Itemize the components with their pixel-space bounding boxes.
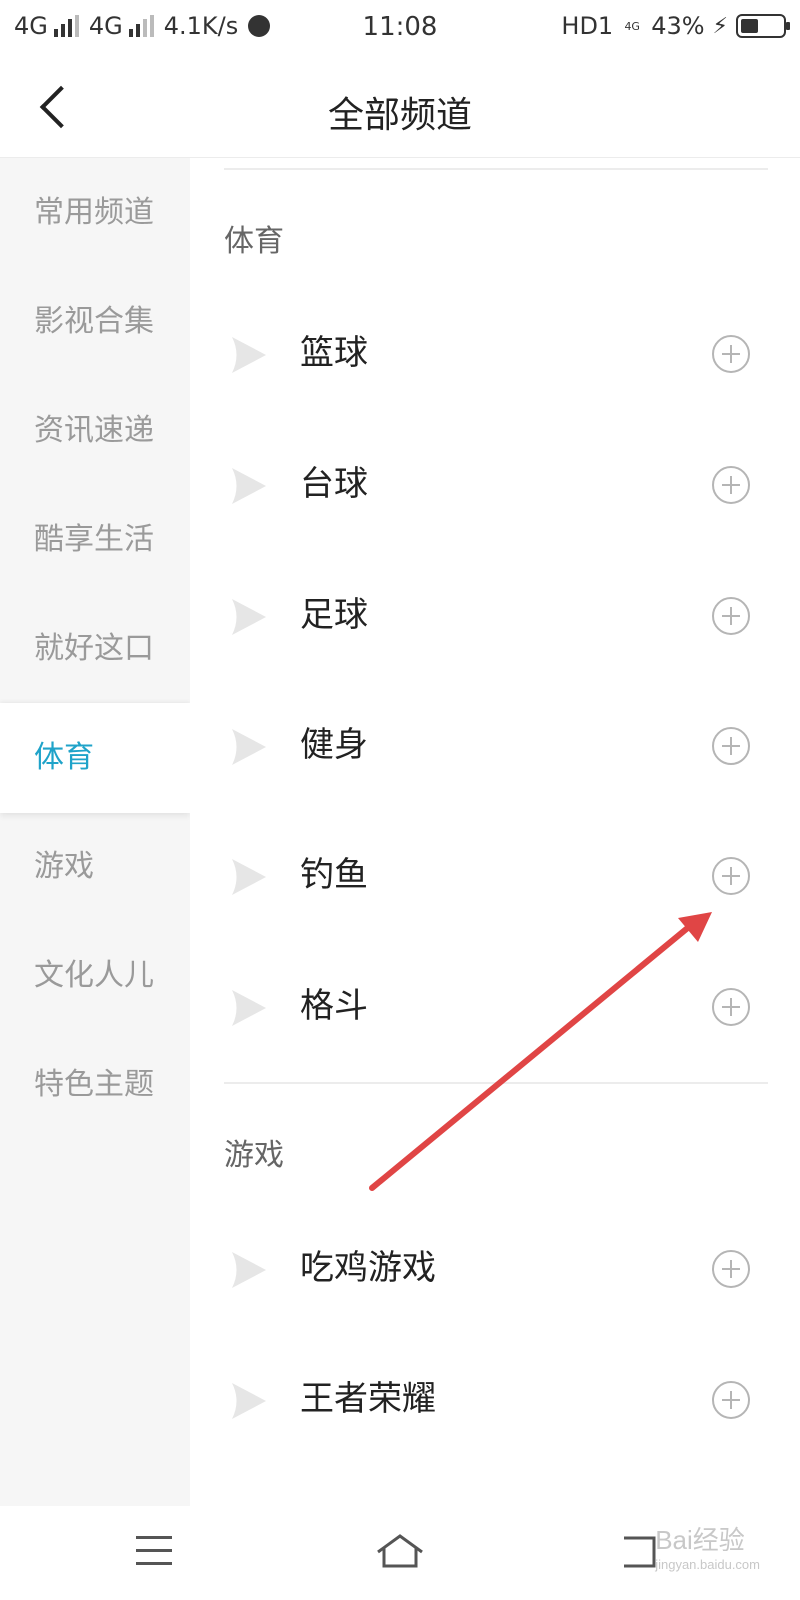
add-channel-button[interactable]: [712, 988, 750, 1026]
watermark: Bai经验 jingyan.baidu.com: [655, 1520, 760, 1572]
channel-row[interactable]: 格斗: [190, 951, 800, 1061]
home-icon[interactable]: [370, 1526, 430, 1576]
channel-row[interactable]: 钓鱼: [190, 820, 800, 930]
add-channel-button[interactable]: [712, 1381, 750, 1419]
channel-logo-icon: [232, 859, 266, 895]
hd-indicator: HD1: [561, 12, 614, 40]
channel-row[interactable]: 台球: [190, 429, 800, 539]
channel-row[interactable]: 吃鸡游戏: [190, 1213, 800, 1323]
sidebar-item-common[interactable]: 常用频道: [0, 158, 190, 268]
channel-logo-icon: [232, 468, 266, 504]
channel-name: 王者荣耀: [300, 1379, 436, 1419]
sidebar-item-life[interactable]: 酷享生活: [0, 485, 190, 595]
net-type-icon: 4G: [624, 19, 640, 33]
add-channel-button[interactable]: [712, 466, 750, 504]
add-channel-button[interactable]: [712, 597, 750, 635]
channel-row[interactable]: 篮球: [190, 298, 800, 408]
channel-name: 钓鱼: [300, 855, 368, 895]
page-title: 全部频道: [327, 95, 472, 136]
watermark-text: Bai经验: [655, 1525, 745, 1555]
sidebar-item-sports[interactable]: 体育: [0, 703, 190, 813]
channel-logo-icon: [232, 599, 266, 635]
channel-row[interactable]: 王者荣耀: [190, 1344, 800, 1454]
add-channel-button[interactable]: [712, 1250, 750, 1288]
sidebar-item-games[interactable]: 游戏: [0, 812, 190, 922]
divider: [224, 1082, 768, 1084]
section-title-sports: 体育: [224, 224, 284, 259]
channel-name: 健身: [300, 725, 368, 765]
battery-icon: [736, 14, 790, 38]
sidebar-item-food[interactable]: 就好这口: [0, 594, 190, 704]
channel-logo-icon: [232, 729, 266, 765]
channel-name: 台球: [300, 464, 368, 504]
channel-row[interactable]: 足球: [190, 560, 800, 670]
category-sidebar: 常用频道 影视合集 资讯速递 酷享生活 就好这口 体育 游戏 文化人儿 特色主题: [0, 158, 190, 1506]
channel-name: 格斗: [300, 986, 368, 1026]
system-nav-bar: Bai经验 jingyan.baidu.com: [0, 1506, 800, 1600]
sidebar-item-news[interactable]: 资讯速递: [0, 376, 190, 486]
channel-logo-icon: [232, 337, 266, 373]
charging-icon: ⚡: [712, 13, 728, 39]
menu-icon[interactable]: [126, 1526, 186, 1576]
battery-percent: 43%: [651, 12, 705, 40]
channel-list: 体育 篮球 台球 足球 健身 钓鱼 格斗 游戏 吃鸡游戏 王者荣耀: [190, 158, 800, 1506]
channel-logo-icon: [232, 1383, 266, 1419]
channel-name: 篮球: [300, 333, 368, 373]
channel-logo-icon: [232, 990, 266, 1026]
channel-row[interactable]: 健身: [190, 690, 800, 800]
battery-fill: [741, 19, 758, 33]
add-channel-button[interactable]: [712, 727, 750, 765]
channel-name: 足球: [300, 595, 368, 635]
sidebar-item-themes[interactable]: 特色主题: [0, 1030, 190, 1140]
channel-logo-icon: [232, 1252, 266, 1288]
add-channel-button[interactable]: [712, 335, 750, 373]
channel-name: 吃鸡游戏: [300, 1248, 436, 1288]
divider: [224, 168, 768, 170]
sidebar-item-culture[interactable]: 文化人儿: [0, 921, 190, 1031]
add-channel-button[interactable]: [712, 857, 750, 895]
section-title-games: 游戏: [224, 1138, 284, 1173]
sidebar-item-film[interactable]: 影视合集: [0, 267, 190, 377]
watermark-sub: jingyan.baidu.com: [655, 1557, 760, 1572]
status-bar: 4G 4G 4.1K/s 11:08 HD1 4G 43% ⚡: [0, 0, 800, 56]
app-header: 全部频道: [0, 56, 800, 158]
